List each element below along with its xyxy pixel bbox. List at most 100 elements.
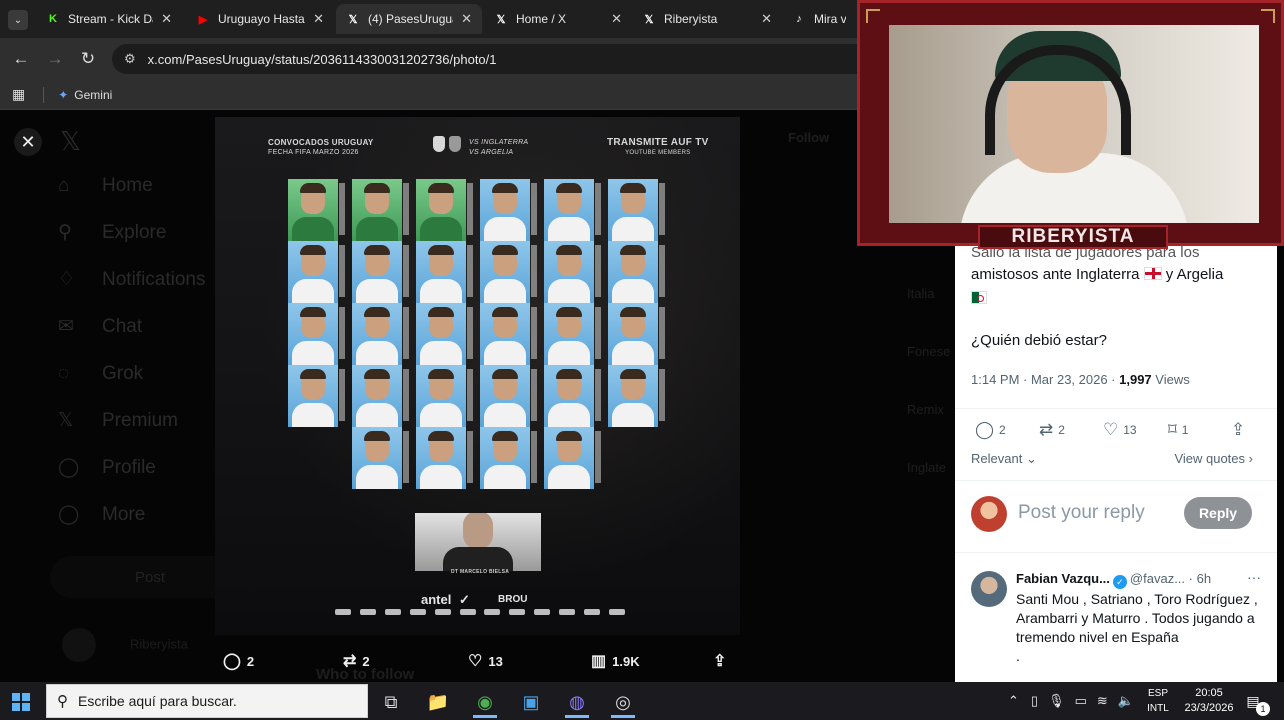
tab-3[interactable]: 𝕏 (4) PasesUrugua ✕ xyxy=(336,4,482,34)
tab-6[interactable]: ♪ Mira vide xyxy=(782,4,856,34)
player-body xyxy=(356,279,398,303)
obs-icon[interactable]: ◎ xyxy=(603,686,643,718)
sidebar-item-more[interactable]: ◯ More xyxy=(58,491,238,538)
bookmark-count: 1 xyxy=(1181,423,1189,437)
share-action[interactable]: ⇪ xyxy=(713,651,732,671)
player-body xyxy=(484,403,526,427)
player-card xyxy=(416,241,474,303)
sidebar-item-notifications[interactable]: ♢ Notifications xyxy=(58,256,238,303)
trend-item[interactable]: Remix xyxy=(907,402,944,417)
windows-start-icon[interactable] xyxy=(12,693,30,711)
reply-count: 2 xyxy=(999,423,1006,437)
wifi-icon[interactable]: ≋ xyxy=(1097,693,1108,709)
trend-item[interactable]: Inglate xyxy=(907,460,946,475)
player-hair xyxy=(364,183,390,193)
comment-author-name[interactable]: Fabian Vazqu... xyxy=(1016,571,1110,586)
x-logo-icon[interactable]: 𝕏 xyxy=(58,120,238,162)
tab-1[interactable]: K Stream - Kick Da ✕ xyxy=(36,4,182,34)
tweet-like-button[interactable]: ♡ 13 xyxy=(1103,420,1137,440)
back-icon[interactable]: ← xyxy=(10,48,32,70)
avatar[interactable] xyxy=(971,571,1007,607)
player-name xyxy=(595,307,601,359)
player-name xyxy=(531,307,537,359)
tweet-share-button[interactable]: ⇪ xyxy=(1231,420,1250,440)
player-card xyxy=(288,241,346,303)
clock-date: 23/3/2026 xyxy=(1184,702,1234,714)
x-icon: 𝕏 xyxy=(496,13,506,26)
microphone-icon[interactable]: 🎙 xyxy=(1048,693,1065,709)
store-icon[interactable]: ▣ xyxy=(511,686,551,718)
sidebar-item-chat[interactable]: ✉ Chat xyxy=(58,303,238,350)
battery-icon[interactable]: ▭ xyxy=(1075,693,1087,709)
tab-2[interactable]: ▶ Uruguayo Hasta ✕ xyxy=(186,4,334,34)
player-hair xyxy=(428,431,454,441)
task-view-icon[interactable]: ⧉ xyxy=(371,686,411,718)
player-hair xyxy=(364,307,390,317)
player-hair xyxy=(556,369,582,379)
auf-crest-icon xyxy=(433,136,445,152)
repost-icon: ⇄ xyxy=(1039,420,1054,439)
tweet-bookmark-button[interactable]: ⌑ 1 xyxy=(1168,420,1188,440)
file-explorer-icon[interactable]: 📁 xyxy=(418,686,458,718)
more-options-icon[interactable]: ··· xyxy=(1247,569,1261,585)
sidebar-item-premium[interactable]: 𝕏 Premium xyxy=(58,397,238,444)
views-count: 1.9K xyxy=(612,653,640,669)
discord-icon[interactable]: ◍ xyxy=(557,686,597,718)
player-body xyxy=(484,341,526,365)
player-hair xyxy=(300,183,326,193)
kick-icon: K xyxy=(49,13,57,25)
sidebar-item-explore[interactable]: ⚲ Explore xyxy=(58,209,238,256)
tab-search-chevron-icon[interactable]: ⌄ xyxy=(8,10,28,30)
sidebar-item-profile[interactable]: ◯ Profile xyxy=(58,444,238,491)
tweet-timestamp[interactable]: 1:14 PM · Mar 23, 2026 · xyxy=(971,372,1119,387)
trend-item[interactable]: Fonese xyxy=(907,344,950,359)
device-icon[interactable]: ▯ xyxy=(1031,693,1038,709)
reply-sort-dropdown[interactable]: Relevant ⌄ xyxy=(971,451,1037,467)
views-action[interactable]: ▥ 1.9K xyxy=(591,651,640,671)
close-tab-icon[interactable]: ✕ xyxy=(611,11,622,27)
notifications-icon[interactable]: ▤ 1 xyxy=(1240,690,1270,716)
reply-action[interactable]: ◯ 2 xyxy=(223,651,254,671)
close-tab-icon[interactable]: ✕ xyxy=(761,11,772,27)
trend-item[interactable]: Italia xyxy=(907,286,934,301)
player-body xyxy=(548,341,590,365)
close-tab-icon[interactable]: ✕ xyxy=(161,11,172,27)
comment-handle[interactable]: @favaz... xyxy=(1130,571,1185,586)
search-icon: ⚲ xyxy=(57,693,68,710)
close-tab-icon[interactable]: ✕ xyxy=(461,11,472,27)
taskbar-clock[interactable]: 20:05 23/3/2026 xyxy=(1180,686,1238,716)
follow-button[interactable]: Follow xyxy=(788,130,829,145)
sidebar-item-home[interactable]: ⌂ Home xyxy=(58,162,238,209)
like-action[interactable]: ♡ 13 xyxy=(468,651,503,671)
reload-icon[interactable]: ↻ xyxy=(77,48,99,70)
sidebar-item-grok[interactable]: ◌ Grok xyxy=(58,350,238,397)
bookmark-gemini[interactable]: Gemini xyxy=(74,88,112,102)
comment-time[interactable]: · 6h xyxy=(1185,571,1211,586)
tab-5[interactable]: 𝕏 Riberyista ✕ xyxy=(632,4,782,34)
site-info-icon[interactable]: ⚙ xyxy=(124,51,136,67)
tab-4[interactable]: 𝕏 Home / X ✕ xyxy=(484,4,632,34)
tweet-reply-button[interactable]: ◯ 2 xyxy=(975,420,1006,440)
repost-action[interactable]: ⇄ 2 xyxy=(343,651,370,671)
taskbar-search-input[interactable]: ⚲ Escribe aquí para buscar. xyxy=(46,684,368,718)
bookmark-icon: ⌑ xyxy=(1168,420,1177,439)
apps-grid-icon[interactable]: ▦ xyxy=(12,86,25,103)
tweet-text-part-b: y Argelia xyxy=(1165,266,1224,283)
address-bar[interactable]: ⚙ x.com/PasesUruguay/status/203611433003… xyxy=(112,44,872,74)
close-tab-icon[interactable]: ✕ xyxy=(313,11,324,27)
reply-input[interactable]: Post your reply xyxy=(1018,502,1145,524)
tab-title: Stream - Kick Da xyxy=(68,12,154,26)
player-card xyxy=(480,241,538,303)
close-viewer-icon[interactable]: ✕ xyxy=(14,128,42,156)
reply-button[interactable]: Reply xyxy=(1184,497,1252,529)
forward-icon[interactable]: → xyxy=(44,48,66,70)
view-quotes-link[interactable]: View quotes › xyxy=(1174,451,1253,466)
volume-icon[interactable]: 🔈 xyxy=(1118,693,1134,709)
share-icon: ⇪ xyxy=(713,653,727,670)
chevron-up-icon[interactable]: ⌃ xyxy=(1008,693,1019,709)
tweet-repost-button[interactable]: ⇄ 2 xyxy=(1039,420,1065,440)
england-flag-icon xyxy=(1143,267,1162,280)
language-indicator[interactable]: ESP INTL xyxy=(1143,686,1173,716)
player-hair xyxy=(556,431,582,441)
chrome-icon[interactable]: ◉ xyxy=(465,686,505,718)
